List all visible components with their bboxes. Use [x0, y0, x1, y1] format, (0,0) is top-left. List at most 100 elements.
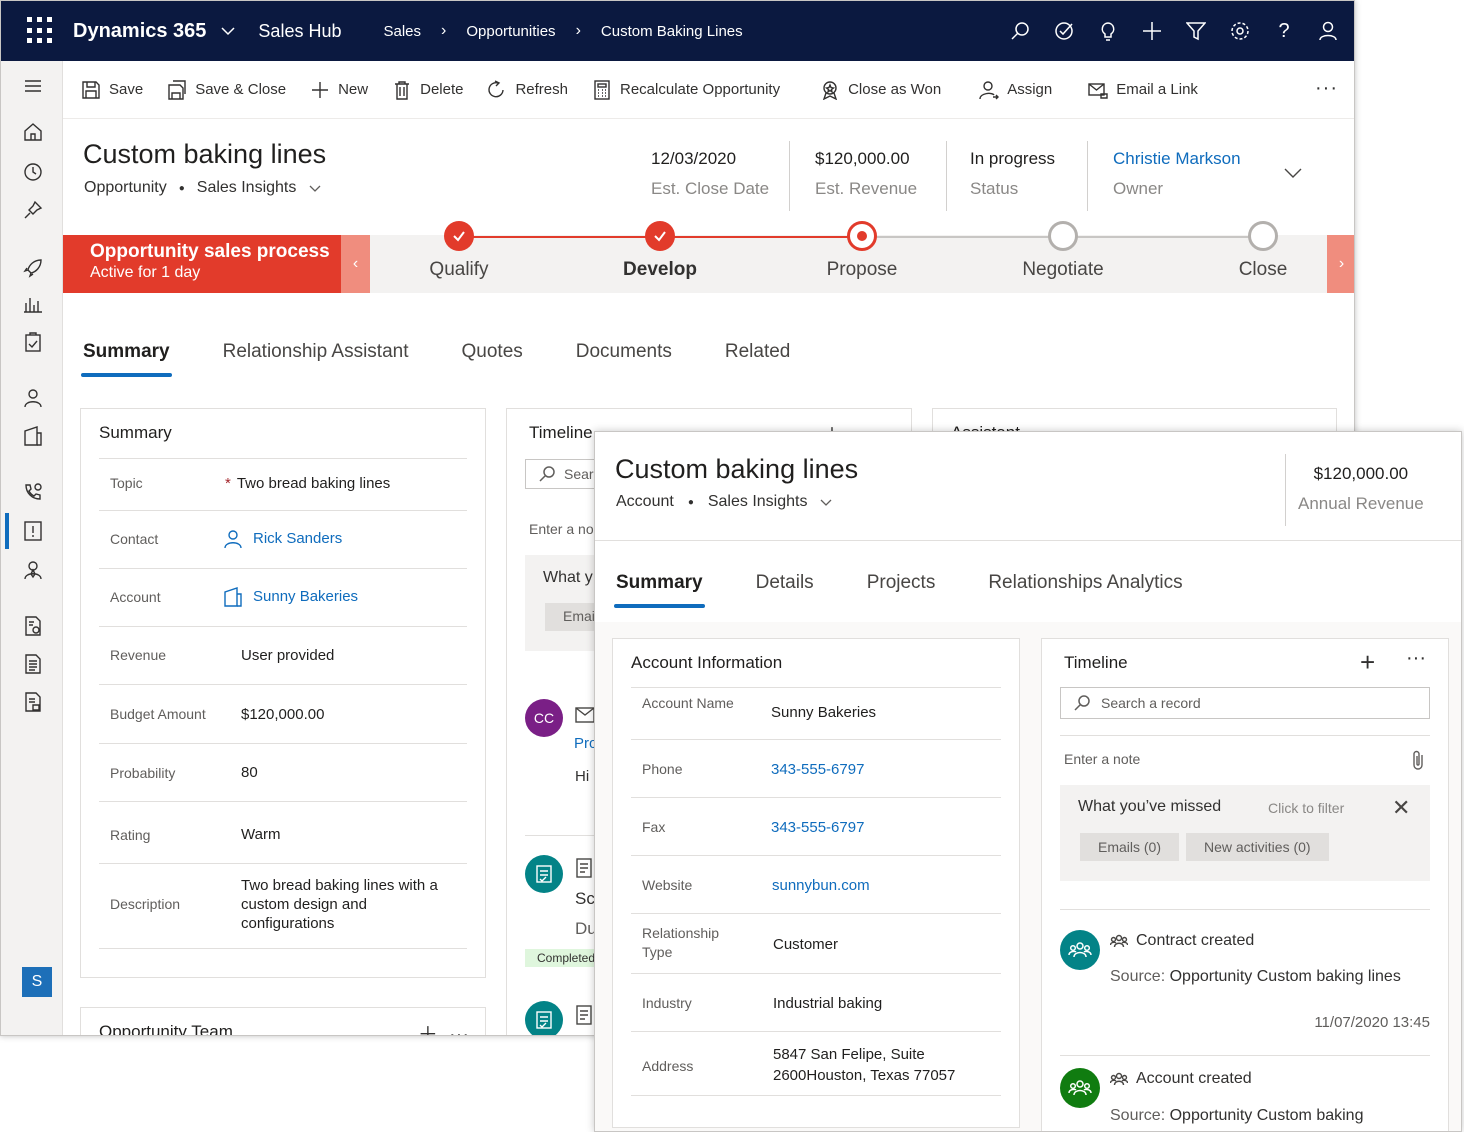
account-icon[interactable] [22, 425, 44, 447]
tab-summary[interactable]: Summary [614, 572, 705, 608]
owner-link[interactable]: Christie Markson [1113, 149, 1241, 169]
assign-button[interactable]: Assign [979, 80, 1052, 100]
email-link-button[interactable]: Email a Link [1088, 80, 1198, 100]
help-icon[interactable]: ? [1272, 19, 1296, 43]
recent-clock-icon[interactable] [22, 161, 44, 183]
phone-call-icon[interactable] [22, 481, 44, 503]
calculator-icon [594, 79, 610, 100]
quote-icon[interactable] [22, 615, 44, 637]
save-button[interactable]: Save [81, 80, 143, 100]
tab-quotes[interactable]: Quotes [462, 341, 523, 363]
tab-related[interactable]: Related [725, 341, 791, 363]
tab-relationships-analytics[interactable]: Relationships Analytics [988, 572, 1182, 594]
activities-clipboard-icon[interactable] [22, 331, 44, 353]
refresh-button[interactable]: Refresh [487, 79, 568, 100]
chevron-down-icon[interactable] [308, 181, 322, 195]
more-options-button[interactable]: ··· [1406, 647, 1426, 670]
opportunity-icon[interactable] [22, 520, 44, 542]
tab-relationship-assistant[interactable]: Relationship Assistant [223, 341, 409, 363]
area-switcher-avatar[interactable]: S [22, 967, 52, 997]
field-website[interactable]: Website sunnybun.com [631, 855, 1001, 913]
form-selector[interactable]: Sales Insights [197, 179, 297, 197]
note-input[interactable]: Enter a no [529, 521, 594, 537]
field-probability[interactable]: Probability 80 [99, 743, 467, 801]
field-account[interactable]: Account Sunny Bakeries [99, 568, 467, 626]
field-revenue[interactable]: Revenue User provided [99, 626, 467, 684]
field-value[interactable]: 343-555-6797 [771, 817, 981, 838]
field-account-name[interactable]: Account Name Sunny Bakeries [631, 687, 1001, 739]
breadcrumb-opportunities[interactable]: Opportunities [466, 23, 555, 40]
account-lookup[interactable]: Sunny Bakeries [223, 587, 433, 607]
tab-summary[interactable]: Summary [81, 341, 172, 377]
new-button[interactable]: New [310, 80, 368, 100]
lightbulb-icon[interactable] [1096, 19, 1120, 43]
stage-qualify[interactable]: Qualify [379, 221, 539, 281]
contact-person-icon[interactable] [22, 387, 44, 409]
rocket-icon[interactable] [22, 257, 44, 279]
expand-header-chevron-icon[interactable] [1283, 163, 1303, 183]
field-rating[interactable]: Rating Warm [99, 801, 467, 863]
stage-negotiate[interactable]: Negotiate [983, 221, 1143, 281]
app-title[interactable]: Dynamics 365 [73, 20, 206, 43]
stage-propose[interactable]: Propose [782, 221, 942, 281]
avatar: CC [525, 699, 563, 737]
tab-documents[interactable]: Documents [576, 341, 672, 363]
tab-details[interactable]: Details [756, 572, 814, 594]
new-activities-filter-button[interactable]: New activities (0) [1186, 833, 1329, 861]
emails-filter-button[interactable]: Emails (0) [1080, 833, 1180, 861]
form-selector[interactable]: Sales Insights [708, 493, 808, 511]
lead-person-icon[interactable] [22, 559, 44, 581]
paperclip-icon[interactable] [1410, 749, 1426, 771]
recalculate-button[interactable]: Recalculate Opportunity [592, 79, 780, 100]
timeline-entry-account-created[interactable]: Account created Source: Opportunity Cust… [1060, 1055, 1430, 1131]
stage-develop[interactable]: Develop [580, 221, 740, 281]
more-commands-button[interactable]: ··· [1315, 77, 1338, 100]
invoice-icon[interactable] [22, 691, 44, 713]
close-icon[interactable]: ✕ [1392, 795, 1410, 821]
chevron-down-icon[interactable] [218, 21, 238, 41]
add-icon[interactable]: ＋ [418, 1024, 438, 1035]
process-name-panel[interactable]: Opportunity sales process Active for 1 d… [63, 235, 341, 293]
order-icon[interactable] [22, 653, 44, 675]
field-value[interactable]: 343-555-6797 [771, 759, 981, 780]
app-area-name[interactable]: Sales Hub [258, 21, 341, 42]
field-fax[interactable]: Fax 343-555-6797 [631, 797, 1001, 855]
chevron-left-icon[interactable]: ‹ [341, 235, 370, 293]
app-launcher-icon[interactable] [27, 17, 55, 45]
more-icon[interactable]: ··· [449, 1024, 469, 1035]
add-timeline-item-button[interactable]: + [1360, 647, 1375, 678]
chevron-down-icon[interactable] [819, 495, 833, 509]
close-as-won-button[interactable]: Close as Won [820, 80, 941, 100]
filter-icon[interactable] [1184, 19, 1208, 43]
field-value[interactable]: sunnybun.com [772, 875, 982, 896]
contact-lookup[interactable]: Rick Sanders [223, 529, 433, 549]
pin-icon[interactable] [22, 199, 44, 221]
field-topic[interactable]: Topic * Two bread baking lines [99, 458, 467, 510]
entry-header: Account created [1110, 1070, 1252, 1088]
hamburger-icon[interactable] [22, 75, 44, 97]
user-icon[interactable] [1316, 19, 1340, 43]
field-industry[interactable]: Industry Industrial baking [631, 973, 1001, 1031]
dashboard-icon[interactable] [22, 293, 44, 315]
note-input[interactable]: Enter a note [1064, 751, 1140, 767]
task-check-icon[interactable] [1052, 19, 1076, 43]
settings-icon[interactable] [1228, 19, 1252, 43]
field-budget-amount[interactable]: Budget Amount $120,000.00 [99, 684, 467, 743]
tab-projects[interactable]: Projects [867, 572, 936, 594]
field-contact[interactable]: Contact Rick Sanders [99, 510, 467, 568]
breadcrumb-current-record[interactable]: Custom Baking Lines [601, 23, 743, 40]
field-description[interactable]: Description Two bread baking lines with … [99, 863, 467, 949]
save-close-button[interactable]: Save & Close [167, 79, 286, 100]
field-address[interactable]: Address 5847 San Felipe, Suite 2600Houst… [631, 1031, 1001, 1096]
search-icon[interactable] [1008, 19, 1032, 43]
timeline-search-input[interactable]: Search a record [1060, 687, 1430, 719]
click-to-filter-link[interactable]: Click to filter [1268, 800, 1344, 816]
stage-close[interactable]: Close [1183, 221, 1343, 281]
home-icon[interactable] [22, 121, 44, 143]
field-phone[interactable]: Phone 343-555-6797 [631, 739, 1001, 797]
delete-button[interactable]: Delete [392, 80, 463, 100]
timeline-entry-contract-created[interactable]: Contract created Source: Opportunity Cus… [1060, 909, 1430, 1055]
breadcrumb-sales[interactable]: Sales [383, 23, 421, 40]
field-relationship-type[interactable]: Relationship Type Customer [631, 913, 1001, 973]
plus-icon[interactable] [1140, 19, 1164, 43]
